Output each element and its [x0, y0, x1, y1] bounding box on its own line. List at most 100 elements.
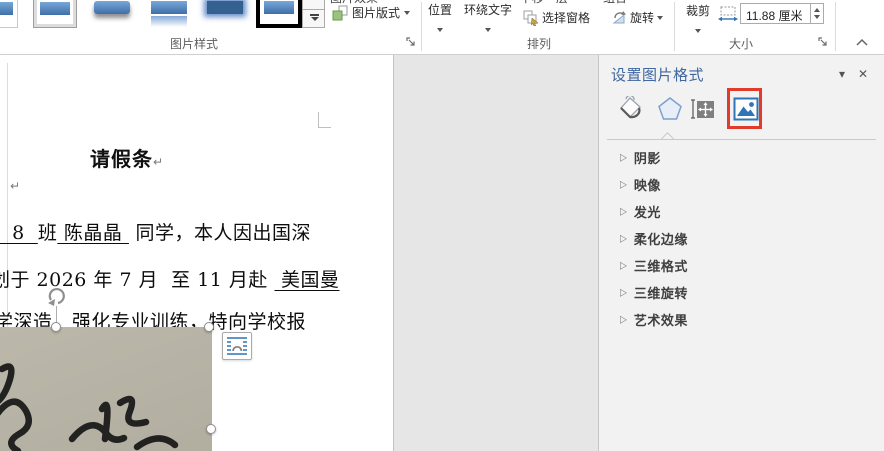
signature-image[interactable] [0, 327, 212, 451]
pane-options-button[interactable]: ▾ [839, 67, 845, 81]
group-label-size: 大小 [729, 35, 753, 52]
picture-style-thumbnail[interactable] [90, 0, 134, 28]
chevron-down-icon [695, 29, 701, 33]
resize-handle-top-right[interactable] [204, 322, 214, 332]
effect-section-label: 三维格式 [634, 256, 688, 275]
rotation-handle[interactable] [44, 283, 70, 309]
pentagon-icon [657, 96, 683, 122]
rotate-icon [611, 10, 627, 26]
shape-width-value: 11.88 厘米 [746, 7, 802, 24]
highlight-box [727, 88, 762, 129]
effect-section-label: 艺术效果 [634, 310, 688, 329]
group-button-partial[interactable]: 组合 [603, 0, 648, 6]
crop-label: 裁剪 [686, 4, 710, 18]
expand-triangle-icon: ▷ [620, 232, 627, 245]
expand-triangle-icon: ▷ [620, 178, 627, 191]
margin-crop-mark [318, 127, 331, 128]
gallery-more-icon [311, 17, 319, 21]
rotate-button[interactable]: 旋转 [611, 9, 663, 26]
document-page[interactable]: 请假条↵ ↵ 8 班 陈晶晶 同学，本人因出国深 划于 2026 年 7 月 至… [0, 55, 394, 451]
doc-text-run: 划于 2026 年 7 月 至 11 月赴 [0, 269, 274, 291]
dialog-launcher-icon[interactable] [818, 37, 828, 47]
stepper-up-icon [814, 8, 820, 12]
effect-section-label: 发光 [634, 202, 661, 221]
position-label: 位置 [428, 3, 452, 17]
tab-separator [607, 139, 876, 140]
picture-style-thumbnail[interactable] [33, 0, 77, 28]
wrap-text-label: 环绕文字 [464, 3, 512, 17]
resize-handle-top[interactable] [51, 322, 61, 332]
picture-layout-button[interactable]: 图片版式 [332, 4, 410, 21]
effect-section-row[interactable]: ▷ 发光 [599, 198, 884, 225]
doc-text-run: 8 [0, 222, 38, 244]
layout-options-icon [227, 336, 247, 356]
effect-section-row[interactable]: ▷ 三维旋转 [599, 279, 884, 306]
pane-title: 设置图片格式 [611, 64, 704, 85]
wrap-text-button[interactable]: 环绕文字 [464, 1, 512, 37]
collapse-ribbon-button[interactable] [855, 38, 869, 47]
chevron-down-icon [404, 11, 410, 15]
doc-text-line: 8 班 陈晶晶 同学，本人因出国深 [0, 218, 311, 245]
effect-section-row[interactable]: ▷ 柔化边缘 [599, 225, 884, 252]
gallery-more-icon [310, 14, 319, 16]
picture-style-thumbnail[interactable] [147, 0, 191, 28]
expand-triangle-icon: ▷ [620, 313, 627, 326]
selection-pane-icon [523, 10, 539, 26]
shape-width-field[interactable]: 11.88 厘米 [740, 3, 824, 24]
picture-style-thumbnail[interactable] [256, 0, 302, 28]
position-button[interactable]: 位置 [428, 1, 452, 37]
gallery-scrollbar[interactable] [302, 0, 325, 28]
effect-section-row[interactable]: ▷ 艺术效果 [599, 306, 884, 333]
group-label-picture-styles: 图片样式 [170, 35, 218, 52]
crop-button[interactable]: 裁剪 [686, 2, 710, 38]
margin-crop-mark [318, 112, 319, 128]
expand-triangle-icon: ▷ [620, 151, 627, 164]
resize-handle-right[interactable] [206, 424, 216, 434]
selection-pane-label: 选择窗格 [542, 9, 590, 26]
width-stepper[interactable] [810, 4, 823, 23]
tab-layout-properties[interactable] [688, 95, 716, 123]
expand-triangle-icon: ▷ [620, 205, 627, 218]
picture-style-thumbnail[interactable] [203, 0, 247, 28]
selection-pane-button[interactable]: 选择窗格 [523, 9, 590, 26]
effect-section-label: 映像 [634, 175, 661, 194]
pane-close-button[interactable]: ✕ [858, 67, 868, 81]
paint-bucket-icon [617, 96, 643, 122]
word-window: 图片效果 下移一层 组合 图片版式 图片样式 位置 环绕文字 [0, 0, 884, 451]
chevron-down-icon [485, 28, 491, 32]
doc-text-run: 美国曼 [274, 269, 339, 291]
document-canvas: 请假条↵ ↵ 8 班 陈晶晶 同学，本人因出国深 划于 2026 年 7 月 至… [0, 55, 598, 451]
effect-section-row[interactable]: ▷ 映像 [599, 171, 884, 198]
chevron-down-icon [657, 16, 663, 20]
chevron-down-icon [437, 28, 443, 32]
doc-title: 请假条↵ [90, 143, 164, 172]
expand-triangle-icon: ▷ [620, 259, 627, 272]
send-backward-button-partial[interactable]: 下移一层 [520, 0, 598, 6]
tab-effects[interactable] [656, 95, 684, 123]
tab-fill-line[interactable] [616, 95, 644, 123]
dialog-launcher-icon[interactable] [406, 37, 416, 47]
doc-text-run: 同学，本人因出国深 [129, 222, 311, 244]
stepper-down-icon [814, 15, 820, 19]
effect-section-label: 阴影 [634, 148, 661, 167]
signature-strokes [0, 327, 212, 451]
doc-text-run: 班 [38, 222, 58, 244]
paragraph-mark: ↵ [10, 179, 20, 193]
paragraph-mark: ↵ [153, 155, 164, 169]
effect-section-label: 柔化边缘 [634, 229, 688, 248]
group-label-arrange: 排列 [527, 35, 551, 52]
rotate-label: 旋转 [630, 9, 654, 26]
effect-section-row[interactable]: ▷ 三维格式 [599, 252, 884, 279]
picture-layout-icon [332, 5, 348, 21]
expand-triangle-icon: ▷ [620, 286, 627, 299]
format-picture-pane: 设置图片格式 ▾ ✕ [599, 55, 884, 451]
picture-layout-label: 图片版式 [352, 4, 400, 21]
width-icon [718, 6, 738, 22]
layout-options-button[interactable] [222, 332, 252, 360]
effect-section-label: 三维旋转 [634, 283, 688, 302]
size-properties-icon [689, 96, 715, 122]
picture-style-thumbnail[interactable] [0, 0, 18, 28]
ribbon: 图片效果 下移一层 组合 图片版式 图片样式 位置 环绕文字 [0, 0, 884, 55]
doc-text-run: 陈晶晶 [57, 222, 129, 244]
effect-section-row[interactable]: ▷ 阴影 [599, 144, 884, 171]
